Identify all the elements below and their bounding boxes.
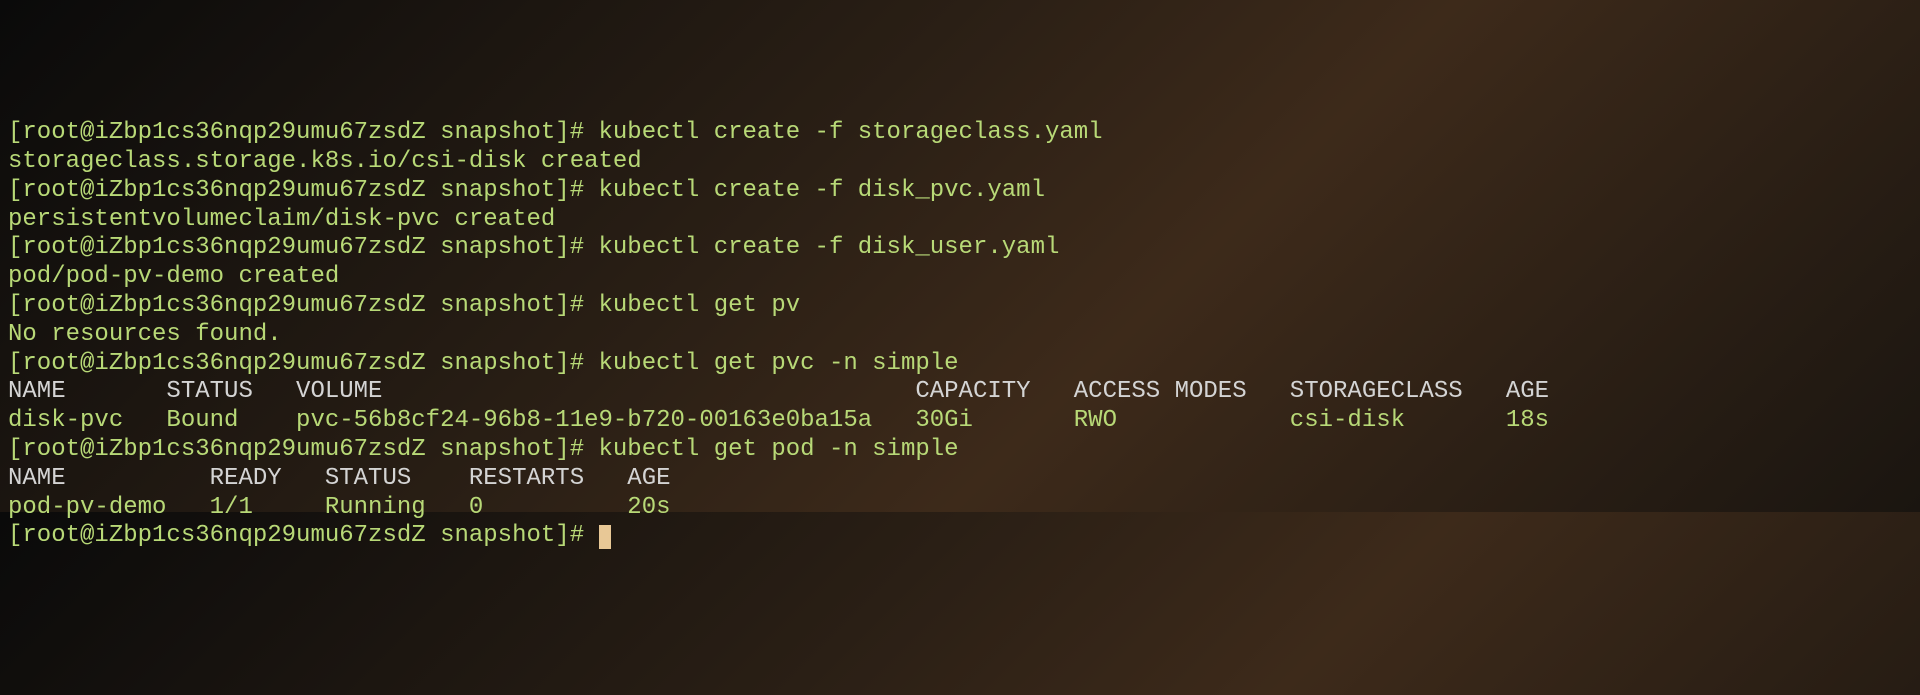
shell-prompt: [root@iZbp1cs36nqp29umu67zsdZ snapshot]#	[8, 436, 599, 463]
terminal-output: pod/pod-pv-demo created	[8, 263, 1912, 292]
terminal-line: [root@iZbp1cs36nqp29umu67zsdZ snapshot]#…	[8, 436, 1912, 465]
shell-command: kubectl get pod -n simple	[599, 436, 959, 463]
table-row: pod-pv-demo 1/1 Running 0 20s	[8, 494, 1912, 523]
terminal-line: [root@iZbp1cs36nqp29umu67zsdZ snapshot]#…	[8, 177, 1912, 206]
table-row: disk-pvc Bound pvc-56b8cf24-96b8-11e9-b7…	[8, 407, 1912, 436]
table-header: NAME READY STATUS RESTARTS AGE	[8, 465, 1912, 494]
shell-command: kubectl get pv	[599, 292, 801, 319]
shell-command: kubectl get pvc -n simple	[599, 350, 959, 377]
shell-prompt: [root@iZbp1cs36nqp29umu67zsdZ snapshot]#	[8, 177, 599, 204]
shell-command: kubectl create -f disk_pvc.yaml	[599, 177, 1045, 204]
shell-prompt: [root@iZbp1cs36nqp29umu67zsdZ snapshot]#	[8, 522, 599, 549]
cursor-icon	[599, 525, 611, 549]
terminal-line[interactable]: [root@iZbp1cs36nqp29umu67zsdZ snapshot]#	[8, 522, 1912, 551]
terminal-window[interactable]: [root@iZbp1cs36nqp29umu67zsdZ snapshot]#…	[8, 119, 1912, 551]
table-header: NAME STATUS VOLUME CAPACITY ACCESS MODES…	[8, 378, 1912, 407]
shell-command: kubectl create -f storageclass.yaml	[599, 119, 1103, 146]
terminal-output: No resources found.	[8, 321, 1912, 350]
terminal-line: [root@iZbp1cs36nqp29umu67zsdZ snapshot]#…	[8, 234, 1912, 263]
shell-prompt: [root@iZbp1cs36nqp29umu67zsdZ snapshot]#	[8, 119, 599, 146]
shell-prompt: [root@iZbp1cs36nqp29umu67zsdZ snapshot]#	[8, 234, 599, 261]
terminal-output: storageclass.storage.k8s.io/csi-disk cre…	[8, 148, 1912, 177]
terminal-output: persistentvolumeclaim/disk-pvc created	[8, 206, 1912, 235]
shell-prompt: [root@iZbp1cs36nqp29umu67zsdZ snapshot]#	[8, 350, 599, 377]
terminal-line: [root@iZbp1cs36nqp29umu67zsdZ snapshot]#…	[8, 350, 1912, 379]
terminal-line: [root@iZbp1cs36nqp29umu67zsdZ snapshot]#…	[8, 292, 1912, 321]
shell-command: kubectl create -f disk_user.yaml	[599, 234, 1060, 261]
shell-prompt: [root@iZbp1cs36nqp29umu67zsdZ snapshot]#	[8, 292, 599, 319]
terminal-line: [root@iZbp1cs36nqp29umu67zsdZ snapshot]#…	[8, 119, 1912, 148]
